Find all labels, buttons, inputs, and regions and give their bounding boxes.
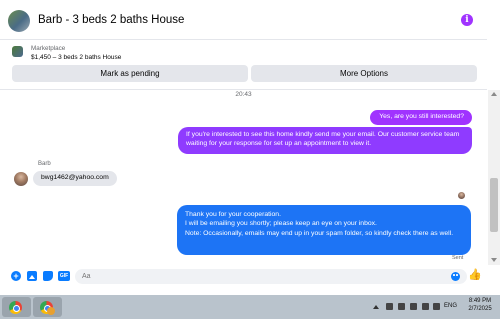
message-line: Note: Occasionally, emails may end up in…: [185, 229, 454, 237]
delivery-status: Sent: [452, 255, 464, 261]
clock-time[interactable]: 8:49 PM: [468, 298, 492, 304]
like-icon[interactable]: 👍: [468, 270, 482, 281]
composer: + GIF 👍: [0, 265, 487, 289]
taskbar: ENG 8:49 PM 2/7/2025: [0, 295, 500, 319]
messenger-window: Barb - 3 beds 2 baths House i Marketplac…: [0, 0, 500, 319]
volume-icon[interactable]: [422, 303, 429, 310]
scrollbar-thumb[interactable]: [490, 178, 498, 232]
outgoing-message[interactable]: Thank you for your cooperation. I will b…: [177, 205, 471, 255]
message-input[interactable]: [75, 269, 467, 284]
marketplace-panel: Marketplace $1,450 – 3 beds 2 baths Hous…: [0, 40, 487, 90]
photo-icon[interactable]: [27, 271, 37, 281]
message-timestamp: 20:43: [235, 91, 252, 98]
scroll-down-icon[interactable]: [491, 258, 497, 262]
wifi-icon[interactable]: [410, 303, 417, 310]
info-icon[interactable]: i: [461, 14, 473, 26]
taskbar-chrome-app[interactable]: [2, 297, 31, 317]
message-line: Thank you for your cooperation.: [185, 211, 281, 218]
listing-thumbnail[interactable]: [12, 46, 23, 57]
language-indicator[interactable]: ENG: [444, 303, 457, 309]
outgoing-message[interactable]: Yes, are you still interested?: [370, 110, 472, 125]
chat-title[interactable]: Barb - 3 beds 2 baths House: [38, 14, 184, 26]
chat-header: Barb - 3 beds 2 baths House i: [0, 0, 487, 40]
listing-avatar[interactable]: [8, 10, 30, 32]
mark-as-pending-button[interactable]: Mark as pending: [12, 65, 248, 82]
emoji-icon[interactable]: [451, 272, 460, 281]
incoming-message[interactable]: bwg1462@yahoo.com: [33, 171, 117, 186]
gif-icon[interactable]: GIF: [58, 271, 70, 281]
sticker-icon[interactable]: [43, 271, 53, 281]
clock-date[interactable]: 2/7/2025: [466, 306, 494, 312]
seen-avatar: [458, 192, 465, 199]
message-line: I will be emailing you shortly; please k…: [185, 220, 377, 228]
marketplace-label: Marketplace: [31, 45, 66, 52]
network-icon[interactable]: [386, 303, 393, 310]
tray-chevron-up-icon[interactable]: [373, 305, 379, 309]
listing-summary[interactable]: $1,450 – 3 beds 2 baths House: [31, 54, 121, 61]
profile-badge-icon: [47, 307, 55, 315]
outgoing-message[interactable]: If you're interested to see this home ki…: [178, 127, 472, 154]
sender-name: Barb: [38, 161, 51, 167]
avatar[interactable]: [14, 172, 28, 186]
divider: [0, 89, 487, 90]
battery-icon[interactable]: [398, 303, 405, 310]
onedrive-icon[interactable]: [433, 303, 440, 310]
more-options-button[interactable]: More Options: [251, 65, 477, 82]
plus-icon[interactable]: +: [11, 271, 21, 281]
chrome-icon: [9, 301, 22, 314]
taskbar-chrome-app-2[interactable]: [33, 297, 62, 317]
scroll-up-icon[interactable]: [491, 92, 497, 96]
